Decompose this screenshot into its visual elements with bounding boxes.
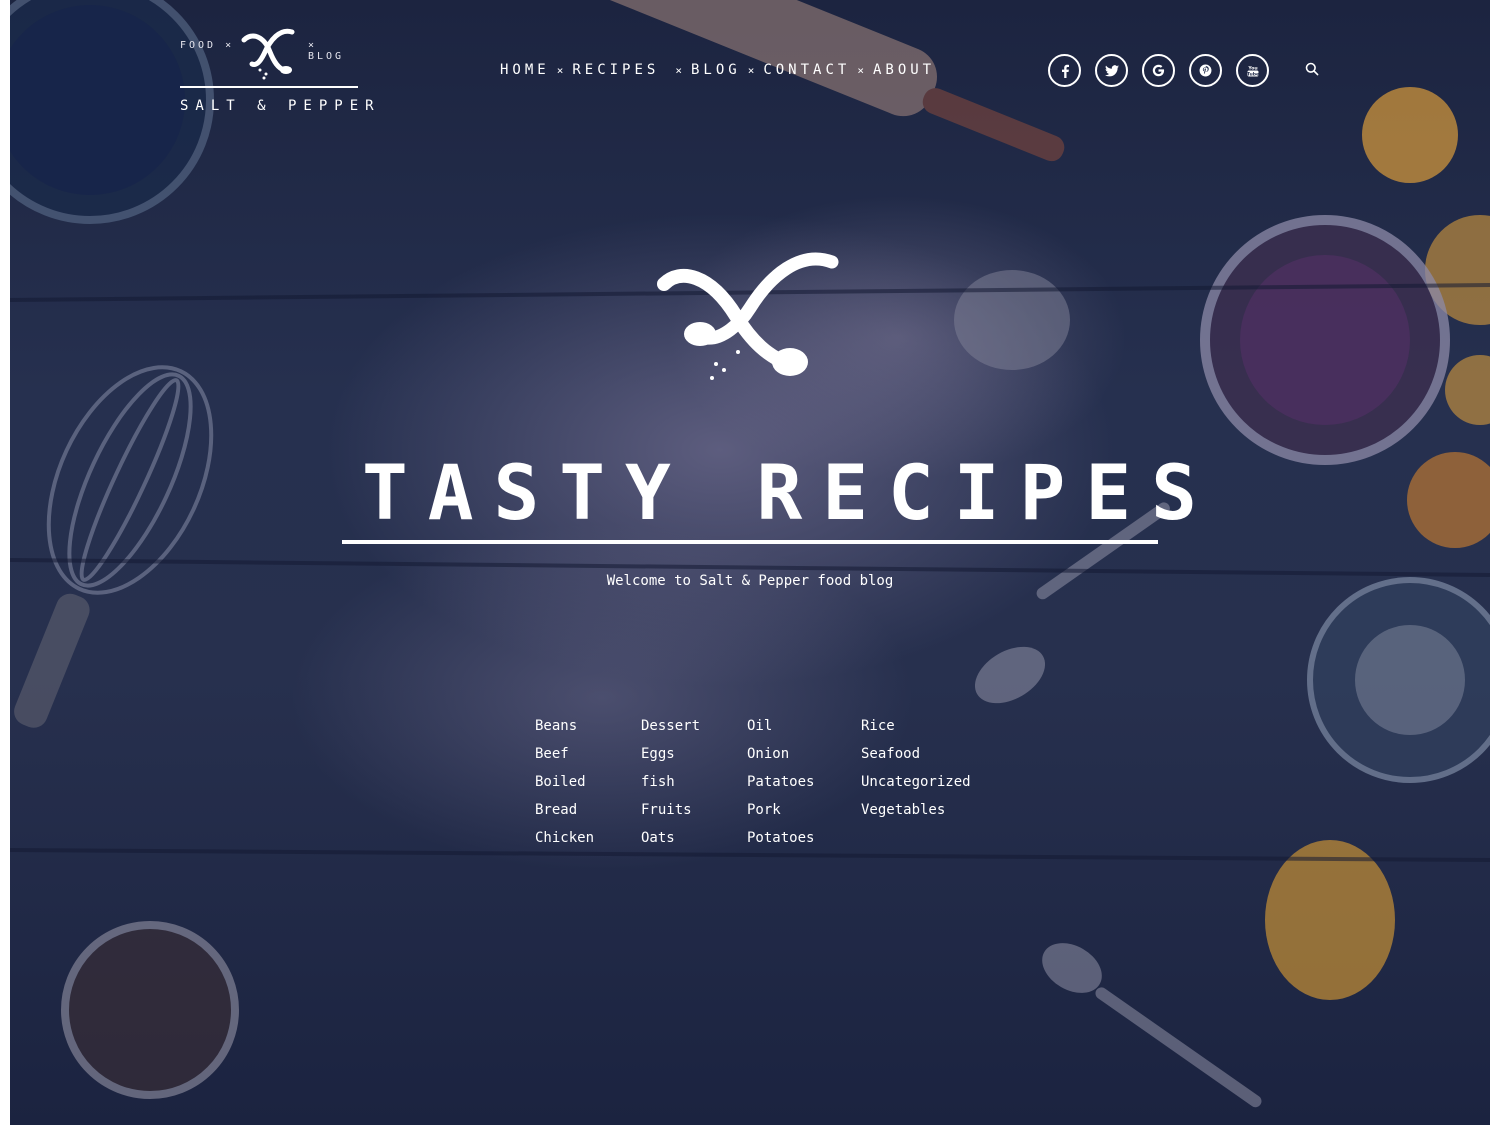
youtube-icon[interactable]: You Tube (1236, 54, 1269, 87)
category-link[interactable]: Oil (747, 712, 814, 740)
background-decor (10, 0, 1490, 1108)
category-column: Beans Beef Boiled Bread Chicken (535, 712, 594, 852)
category-column: Oil Onion Patatoes Pork Potatoes (747, 712, 814, 852)
logo-blog-text: × BLOG (308, 40, 345, 62)
category-link[interactable]: Fruits (641, 796, 700, 824)
main-nav: HOME × RECIPES × BLOG × CONTACT × ABOUT (500, 62, 935, 78)
logo-food-text: FOOD × (180, 40, 235, 51)
category-link[interactable]: Dessert (641, 712, 700, 740)
spoon-emblem-icon (657, 252, 839, 380)
page-subtitle: Welcome to Salt & Pepper food blog (606, 573, 894, 589)
search-icon[interactable] (1305, 61, 1319, 80)
category-link[interactable]: Chicken (535, 824, 594, 852)
svg-text:Tube: Tube (1246, 71, 1258, 77)
category-link[interactable]: Bread (535, 796, 594, 824)
nav-blog[interactable]: BLOG (691, 62, 741, 78)
category-link[interactable]: Boiled (535, 768, 594, 796)
nav-separator: × (857, 63, 864, 77)
nav-recipes[interactable]: RECIPES (572, 62, 659, 78)
category-link[interactable]: Rice (861, 712, 971, 740)
title-underline (342, 540, 1158, 544)
spoon-logo-icon (241, 28, 295, 80)
category-column: Dessert Eggs fish Fruits Oats (641, 712, 700, 852)
category-link[interactable]: Seafood (861, 740, 971, 768)
nav-home[interactable]: HOME (500, 62, 550, 78)
category-link[interactable]: Beans (535, 712, 594, 740)
nav-about[interactable]: ABOUT (873, 62, 935, 78)
category-link[interactable]: Eggs (641, 740, 700, 768)
category-column: Rice Seafood Uncategorized Vegetables (861, 712, 971, 824)
google-icon[interactable] (1142, 54, 1175, 87)
category-link[interactable]: fish (641, 768, 700, 796)
logo-divider (180, 86, 358, 88)
category-link[interactable]: Vegetables (861, 796, 971, 824)
logo-site-name: SALT & PEPPER (180, 98, 381, 114)
category-link[interactable]: Beef (535, 740, 594, 768)
category-link[interactable]: Oats (641, 824, 700, 852)
pinterest-icon[interactable] (1189, 54, 1222, 87)
category-link[interactable]: Onion (747, 740, 814, 768)
nav-separator: × (675, 63, 682, 77)
category-link[interactable]: Potatoes (747, 824, 814, 852)
twitter-icon[interactable] (1095, 54, 1128, 87)
page-title: TASTY RECIPES (362, 448, 1217, 537)
nav-contact[interactable]: CONTACT (763, 62, 850, 78)
category-link[interactable]: Pork (747, 796, 814, 824)
category-link[interactable]: Uncategorized (861, 768, 971, 796)
hero-background (10, 0, 1490, 1125)
social-links: You Tube (1048, 54, 1269, 87)
category-link[interactable]: Patatoes (747, 768, 814, 796)
facebook-icon[interactable] (1048, 54, 1081, 87)
nav-separator: × (556, 63, 564, 77)
nav-separator: × (747, 63, 755, 77)
